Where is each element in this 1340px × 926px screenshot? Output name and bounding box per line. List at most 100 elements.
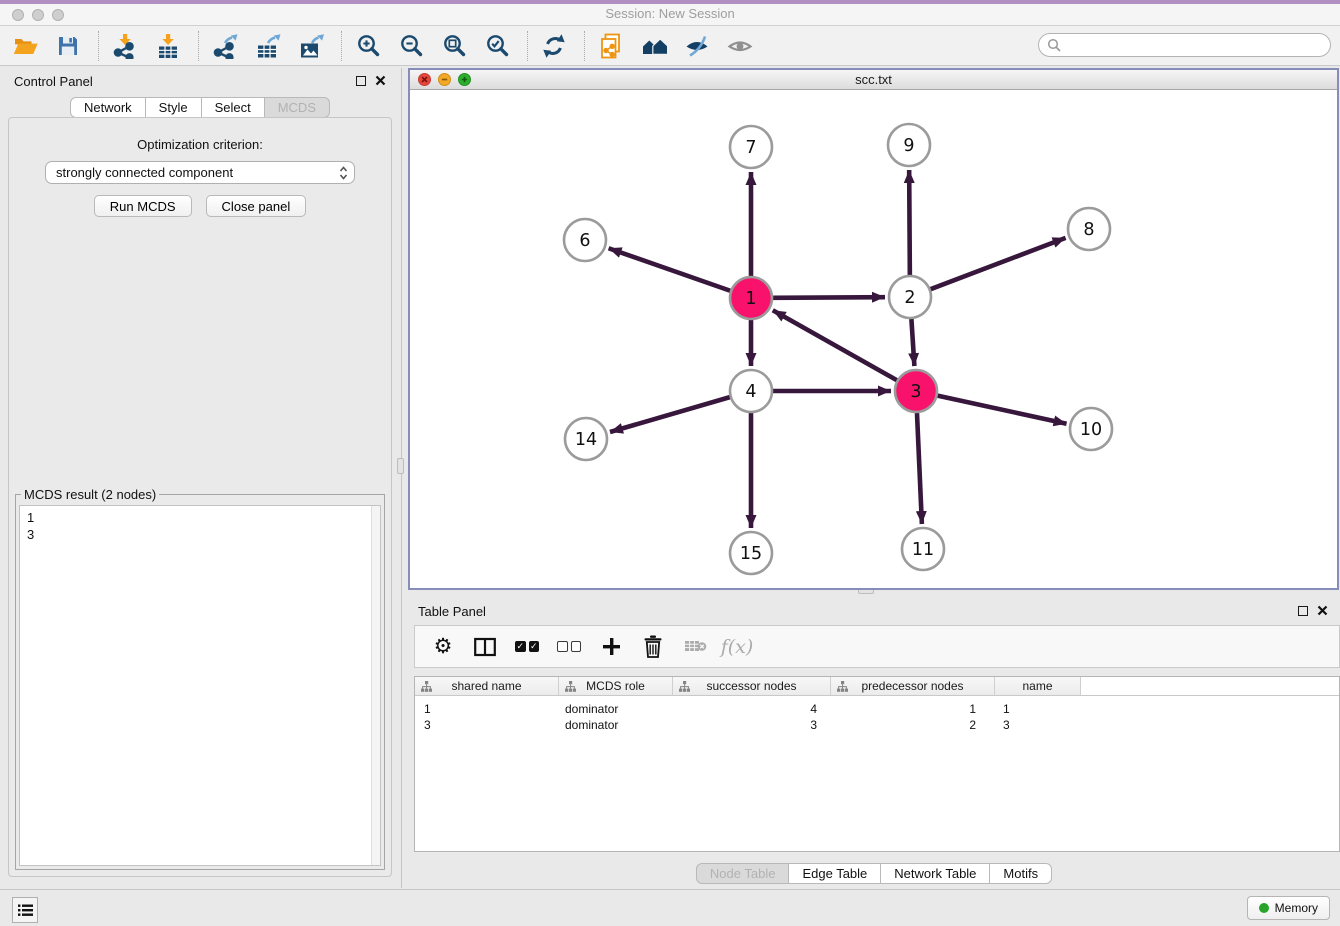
tab-node-table[interactable]: Node Table [696,863,790,884]
zoom-out-icon[interactable] [394,29,428,63]
zoom-selected-icon[interactable] [480,29,514,63]
control-panel-float-icon[interactable] [356,76,366,86]
tab-style[interactable]: Style [146,97,202,118]
graph-node-2[interactable]: 2 [889,276,931,318]
home-layout-icon[interactable] [637,29,671,63]
close-panel-button[interactable]: Close panel [206,195,307,217]
toolbar-separator [341,31,342,61]
refresh-layout-icon[interactable] [537,29,571,63]
graph-edge-3-11[interactable] [917,413,922,524]
graph-edge-3-10[interactable] [937,396,1066,424]
graph-edge-1-6[interactable] [609,248,731,290]
clone-network-icon[interactable] [594,29,628,63]
zoom-fit-icon[interactable] [437,29,471,63]
graph-node-6[interactable]: 6 [564,219,606,261]
export-image-icon[interactable] [294,29,328,63]
frame-close-icon[interactable] [418,73,431,86]
control-panel-close-icon[interactable] [375,75,386,86]
graph-edge-2-3[interactable] [911,319,914,366]
node-table-body: 1 dominator 4 1 1 3 dominator 3 2 3 [415,696,1339,733]
cell-mcds-role[interactable]: dominator [559,718,673,732]
cell-predecessor-nodes[interactable]: 2 [831,718,995,732]
column-header-successor-nodes[interactable]: successor nodes [673,677,831,696]
graph-node-8[interactable]: 8 [1068,208,1110,250]
hide-graphics-icon[interactable] [680,29,714,63]
tab-edge-table[interactable]: Edge Table [789,863,881,884]
graph-node-1[interactable]: 1 [730,277,772,319]
tab-mcds[interactable]: MCDS [265,97,330,118]
add-column-icon[interactable] [599,634,623,660]
graph-edge-3-1[interactable] [773,310,897,380]
graph-node-3[interactable]: 3 [895,370,937,412]
cell-mcds-role[interactable]: dominator [559,702,673,716]
delete-rows-trash-icon[interactable] [641,634,665,660]
search-field[interactable] [1038,33,1331,57]
tab-motifs[interactable]: Motifs [990,863,1052,884]
mcds-result-scrollbar[interactable] [371,506,380,865]
mcds-result-title: MCDS result (2 nodes) [21,487,159,502]
export-network-icon[interactable] [208,29,242,63]
graph-edge-4-14[interactable] [610,397,730,432]
tab-network[interactable]: Network [70,97,146,118]
tab-select[interactable]: Select [202,97,265,118]
table-row[interactable]: 1 dominator 4 1 1 [415,701,1339,717]
graph-node-label: 6 [579,231,590,251]
zoom-in-icon[interactable] [351,29,385,63]
toggle-panel-columns-icon[interactable] [473,634,497,660]
mcds-result-list[interactable]: 1 3 [19,505,381,866]
import-table-icon[interactable] [151,29,185,63]
graph-edge-1-2[interactable] [773,297,885,298]
graph-node-10[interactable]: 10 [1070,408,1112,450]
vertical-splitter-handle[interactable] [397,458,404,474]
cell-predecessor-nodes[interactable]: 1 [831,702,995,716]
open-session-icon[interactable] [8,29,42,63]
export-table-icon[interactable] [251,29,285,63]
graph-edge-2-8[interactable] [931,238,1066,289]
mcds-result-line: 3 [27,526,380,543]
memory-button[interactable]: Memory [1247,896,1330,920]
tab-network-table[interactable]: Network Table [881,863,990,884]
node-table-header: shared name MCDS role [415,677,1339,696]
import-network-icon[interactable] [108,29,142,63]
cell-name[interactable]: 3 [995,718,1081,732]
network-canvas[interactable]: 7 9 6 8 1 2 4 3 14 10 15 11 [410,90,1337,588]
graph-node-9[interactable]: 9 [888,124,930,166]
panel-splitter[interactable] [401,68,402,888]
cell-name[interactable]: 1 [995,702,1081,716]
graph-node-15[interactable]: 15 [730,532,772,574]
show-graphics-icon[interactable] [723,29,757,63]
optimization-criterion-value: strongly connected component [56,165,233,180]
frame-minimize-icon[interactable] [438,73,451,86]
table-panel-float-icon[interactable] [1298,606,1308,616]
select-all-icon[interactable]: ✓✓ [515,634,539,660]
cell-successor-nodes[interactable]: 3 [673,718,831,732]
task-history-button[interactable] [12,897,38,923]
table-settings-gear-icon[interactable]: ⚙ [431,634,455,660]
graph-node-4[interactable]: 4 [730,370,772,412]
graph-node-14[interactable]: 14 [565,418,607,460]
cell-shared-name[interactable]: 1 [415,702,559,716]
deselect-all-icon[interactable] [557,634,581,660]
toolbar-separator [98,31,99,61]
graph-node-11[interactable]: 11 [902,528,944,570]
column-header-name[interactable]: name [995,677,1081,696]
network-graph[interactable]: 7 9 6 8 1 2 4 3 14 10 15 11 [410,90,1337,588]
cell-shared-name[interactable]: 3 [415,718,559,732]
cell-successor-nodes[interactable]: 4 [673,702,831,716]
optimization-criterion-select[interactable]: strongly connected component [45,161,355,184]
column-header-mcds-role[interactable]: MCDS role [559,677,673,696]
network-frame-titlebar[interactable]: scc.txt [410,70,1337,90]
save-session-icon[interactable] [51,29,85,63]
frame-maximize-icon[interactable] [458,73,471,86]
table-panel-close-icon[interactable] [1317,605,1328,616]
network-view-frame: scc.txt 7 9 6 8 1 2 4 3 14 10 15 11 [408,68,1339,590]
table-row[interactable]: 3 dominator 3 2 3 [415,717,1339,733]
column-header-predecessor-nodes[interactable]: predecessor nodes [831,677,995,696]
run-mcds-button[interactable]: Run MCDS [94,195,192,217]
graph-node-7[interactable]: 7 [730,126,772,168]
column-header-shared-name[interactable]: shared name [415,677,559,696]
column-type-icon [421,681,432,692]
graph-edge-2-9[interactable] [909,170,910,275]
optimization-criterion-label: Optimization criterion: [9,137,391,152]
search-input[interactable] [1061,35,1330,55]
